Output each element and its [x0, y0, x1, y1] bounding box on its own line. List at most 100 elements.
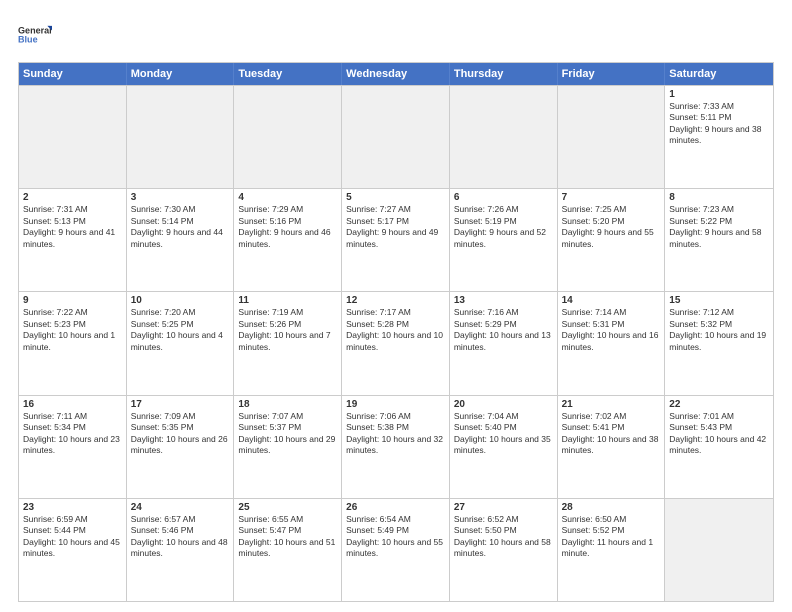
- day-info: Sunrise: 7:30 AMSunset: 5:14 PMDaylight:…: [131, 204, 230, 250]
- day-info: Sunrise: 7:16 AMSunset: 5:29 PMDaylight:…: [454, 307, 553, 353]
- day-number: 27: [454, 502, 553, 513]
- day-cell-28: 28Sunrise: 6:50 AMSunset: 5:52 PMDayligh…: [558, 499, 666, 601]
- page: General Blue SundayMondayTuesdayWednesda…: [0, 0, 792, 612]
- day-info: Sunrise: 7:27 AMSunset: 5:17 PMDaylight:…: [346, 204, 445, 250]
- day-number: 19: [346, 399, 445, 410]
- calendar: SundayMondayTuesdayWednesdayThursdayFrid…: [18, 62, 774, 602]
- calendar-row-4: 23Sunrise: 6:59 AMSunset: 5:44 PMDayligh…: [19, 498, 773, 601]
- empty-cell: [558, 86, 666, 188]
- day-cell-7: 7Sunrise: 7:25 AMSunset: 5:20 PMDaylight…: [558, 189, 666, 291]
- day-info: Sunrise: 7:01 AMSunset: 5:43 PMDaylight:…: [669, 411, 769, 457]
- day-info: Sunrise: 7:12 AMSunset: 5:32 PMDaylight:…: [669, 307, 769, 353]
- empty-cell: [342, 86, 450, 188]
- day-number: 26: [346, 502, 445, 513]
- day-number: 11: [238, 295, 337, 306]
- day-number: 8: [669, 192, 769, 203]
- day-number: 22: [669, 399, 769, 410]
- day-info: Sunrise: 7:11 AMSunset: 5:34 PMDaylight:…: [23, 411, 122, 457]
- day-number: 23: [23, 502, 122, 513]
- day-number: 5: [346, 192, 445, 203]
- day-cell-9: 9Sunrise: 7:22 AMSunset: 5:23 PMDaylight…: [19, 292, 127, 394]
- day-number: 14: [562, 295, 661, 306]
- day-cell-20: 20Sunrise: 7:04 AMSunset: 5:40 PMDayligh…: [450, 396, 558, 498]
- day-info: Sunrise: 6:55 AMSunset: 5:47 PMDaylight:…: [238, 514, 337, 560]
- day-cell-13: 13Sunrise: 7:16 AMSunset: 5:29 PMDayligh…: [450, 292, 558, 394]
- day-cell-26: 26Sunrise: 6:54 AMSunset: 5:49 PMDayligh…: [342, 499, 450, 601]
- day-number: 17: [131, 399, 230, 410]
- empty-cell: [450, 86, 558, 188]
- day-number: 24: [131, 502, 230, 513]
- day-cell-4: 4Sunrise: 7:29 AMSunset: 5:16 PMDaylight…: [234, 189, 342, 291]
- day-number: 18: [238, 399, 337, 410]
- logo: General Blue: [18, 18, 52, 52]
- day-cell-22: 22Sunrise: 7:01 AMSunset: 5:43 PMDayligh…: [665, 396, 773, 498]
- day-number: 7: [562, 192, 661, 203]
- day-cell-15: 15Sunrise: 7:12 AMSunset: 5:32 PMDayligh…: [665, 292, 773, 394]
- day-info: Sunrise: 6:57 AMSunset: 5:46 PMDaylight:…: [131, 514, 230, 560]
- day-number: 3: [131, 192, 230, 203]
- day-info: Sunrise: 7:19 AMSunset: 5:26 PMDaylight:…: [238, 307, 337, 353]
- calendar-row-2: 9Sunrise: 7:22 AMSunset: 5:23 PMDaylight…: [19, 291, 773, 394]
- day-number: 15: [669, 295, 769, 306]
- day-info: Sunrise: 7:06 AMSunset: 5:38 PMDaylight:…: [346, 411, 445, 457]
- day-info: Sunrise: 7:31 AMSunset: 5:13 PMDaylight:…: [23, 204, 122, 250]
- header-day-wednesday: Wednesday: [342, 63, 450, 85]
- day-cell-11: 11Sunrise: 7:19 AMSunset: 5:26 PMDayligh…: [234, 292, 342, 394]
- day-cell-8: 8Sunrise: 7:23 AMSunset: 5:22 PMDaylight…: [665, 189, 773, 291]
- day-info: Sunrise: 7:04 AMSunset: 5:40 PMDaylight:…: [454, 411, 553, 457]
- day-info: Sunrise: 6:59 AMSunset: 5:44 PMDaylight:…: [23, 514, 122, 560]
- day-cell-25: 25Sunrise: 6:55 AMSunset: 5:47 PMDayligh…: [234, 499, 342, 601]
- day-number: 16: [23, 399, 122, 410]
- day-info: Sunrise: 7:29 AMSunset: 5:16 PMDaylight:…: [238, 204, 337, 250]
- day-info: Sunrise: 7:26 AMSunset: 5:19 PMDaylight:…: [454, 204, 553, 250]
- day-number: 2: [23, 192, 122, 203]
- day-info: Sunrise: 7:20 AMSunset: 5:25 PMDaylight:…: [131, 307, 230, 353]
- day-number: 1: [669, 89, 769, 100]
- header-day-tuesday: Tuesday: [234, 63, 342, 85]
- day-cell-1: 1Sunrise: 7:33 AMSunset: 5:11 PMDaylight…: [665, 86, 773, 188]
- calendar-row-3: 16Sunrise: 7:11 AMSunset: 5:34 PMDayligh…: [19, 395, 773, 498]
- day-number: 25: [238, 502, 337, 513]
- day-info: Sunrise: 6:52 AMSunset: 5:50 PMDaylight:…: [454, 514, 553, 560]
- day-cell-3: 3Sunrise: 7:30 AMSunset: 5:14 PMDaylight…: [127, 189, 235, 291]
- day-cell-5: 5Sunrise: 7:27 AMSunset: 5:17 PMDaylight…: [342, 189, 450, 291]
- calendar-body: 1Sunrise: 7:33 AMSunset: 5:11 PMDaylight…: [19, 85, 773, 601]
- day-number: 13: [454, 295, 553, 306]
- day-cell-2: 2Sunrise: 7:31 AMSunset: 5:13 PMDaylight…: [19, 189, 127, 291]
- day-info: Sunrise: 7:17 AMSunset: 5:28 PMDaylight:…: [346, 307, 445, 353]
- day-number: 28: [562, 502, 661, 513]
- day-cell-21: 21Sunrise: 7:02 AMSunset: 5:41 PMDayligh…: [558, 396, 666, 498]
- header-day-friday: Friday: [558, 63, 666, 85]
- day-number: 6: [454, 192, 553, 203]
- header-day-thursday: Thursday: [450, 63, 558, 85]
- day-number: 21: [562, 399, 661, 410]
- day-cell-18: 18Sunrise: 7:07 AMSunset: 5:37 PMDayligh…: [234, 396, 342, 498]
- day-info: Sunrise: 6:50 AMSunset: 5:52 PMDaylight:…: [562, 514, 661, 560]
- empty-cell: [665, 499, 773, 601]
- day-cell-27: 27Sunrise: 6:52 AMSunset: 5:50 PMDayligh…: [450, 499, 558, 601]
- header: General Blue: [18, 18, 774, 52]
- empty-cell: [127, 86, 235, 188]
- day-info: Sunrise: 7:02 AMSunset: 5:41 PMDaylight:…: [562, 411, 661, 457]
- svg-text:General: General: [18, 25, 52, 35]
- day-number: 9: [23, 295, 122, 306]
- logo-svg: General Blue: [18, 18, 52, 52]
- day-cell-17: 17Sunrise: 7:09 AMSunset: 5:35 PMDayligh…: [127, 396, 235, 498]
- day-cell-10: 10Sunrise: 7:20 AMSunset: 5:25 PMDayligh…: [127, 292, 235, 394]
- day-cell-16: 16Sunrise: 7:11 AMSunset: 5:34 PMDayligh…: [19, 396, 127, 498]
- header-day-monday: Monday: [127, 63, 235, 85]
- day-cell-24: 24Sunrise: 6:57 AMSunset: 5:46 PMDayligh…: [127, 499, 235, 601]
- day-cell-19: 19Sunrise: 7:06 AMSunset: 5:38 PMDayligh…: [342, 396, 450, 498]
- empty-cell: [19, 86, 127, 188]
- empty-cell: [234, 86, 342, 188]
- day-cell-12: 12Sunrise: 7:17 AMSunset: 5:28 PMDayligh…: [342, 292, 450, 394]
- day-info: Sunrise: 6:54 AMSunset: 5:49 PMDaylight:…: [346, 514, 445, 560]
- day-info: Sunrise: 7:09 AMSunset: 5:35 PMDaylight:…: [131, 411, 230, 457]
- day-number: 4: [238, 192, 337, 203]
- day-info: Sunrise: 7:14 AMSunset: 5:31 PMDaylight:…: [562, 307, 661, 353]
- day-cell-23: 23Sunrise: 6:59 AMSunset: 5:44 PMDayligh…: [19, 499, 127, 601]
- day-info: Sunrise: 7:22 AMSunset: 5:23 PMDaylight:…: [23, 307, 122, 353]
- day-info: Sunrise: 7:33 AMSunset: 5:11 PMDaylight:…: [669, 101, 769, 147]
- svg-text:Blue: Blue: [18, 34, 38, 44]
- day-number: 10: [131, 295, 230, 306]
